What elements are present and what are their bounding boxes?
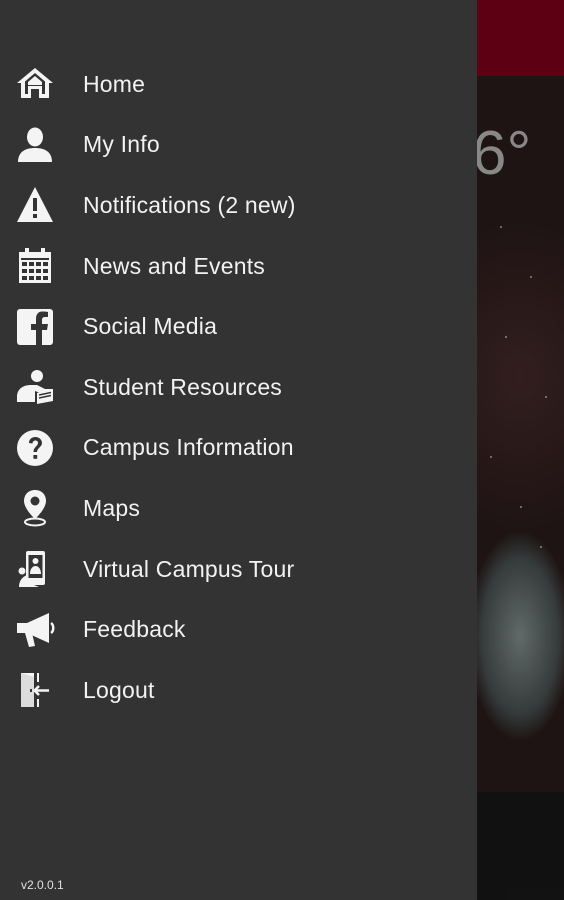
navigation-drawer: Home My Info Notifications (2 new) News … [0, 0, 477, 900]
menu-item-campus-information[interactable]: Campus Information [0, 418, 477, 479]
menu-item-virtual-campus-tour[interactable]: Virtual Campus Tour [0, 539, 477, 600]
menu-label: Maps [83, 494, 141, 521]
drawer-menu: Home My Info Notifications (2 new) News … [0, 54, 477, 721]
megaphone-icon [14, 609, 56, 651]
menu-item-feedback[interactable]: Feedback [0, 599, 477, 660]
student-reading-icon [14, 366, 56, 408]
home-icon [14, 63, 56, 105]
menu-label: My Info [83, 131, 160, 158]
menu-label: Virtual Campus Tour [83, 555, 295, 582]
menu-item-my-info[interactable]: My Info [0, 115, 477, 176]
calendar-icon [14, 245, 56, 287]
menu-label: Home [83, 70, 146, 97]
menu-label: Student Resources [83, 373, 283, 400]
menu-item-news-events[interactable]: News and Events [0, 236, 477, 297]
menu-label: News and Events [83, 252, 265, 279]
facebook-icon [14, 306, 56, 348]
person-icon [14, 124, 56, 166]
app-version: v2.0.0.1 [21, 878, 64, 892]
menu-item-logout[interactable]: Logout [0, 660, 477, 721]
menu-label: Campus Information [83, 434, 294, 461]
phone-tour-icon [14, 548, 56, 590]
menu-label: Social Media [83, 313, 218, 340]
menu-item-notifications[interactable]: Notifications (2 new) [0, 175, 477, 236]
question-icon [14, 427, 56, 469]
warning-icon [14, 184, 56, 226]
menu-label: Feedback [83, 616, 186, 643]
menu-item-maps[interactable]: Maps [0, 478, 477, 539]
menu-item-student-resources[interactable]: Student Resources [0, 357, 477, 418]
menu-label: Notifications (2 new) [83, 191, 296, 218]
menu-item-home[interactable]: Home [0, 54, 477, 115]
menu-label: Logout [83, 676, 155, 703]
map-pin-icon [14, 487, 56, 529]
logout-door-icon [14, 669, 56, 711]
menu-item-social-media[interactable]: Social Media [0, 296, 477, 357]
